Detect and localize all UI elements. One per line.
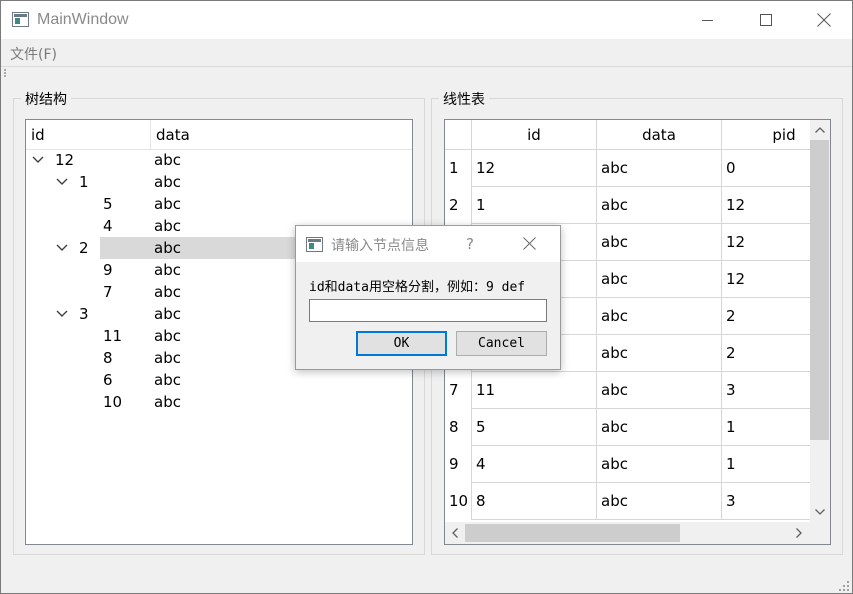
table-cell-data[interactable]: abc: [597, 372, 722, 409]
scroll-up-icon[interactable]: [810, 120, 830, 140]
table-row-header[interactable]: 1: [445, 150, 472, 187]
dialog-close-icon[interactable]: [523, 237, 536, 250]
minimize-button[interactable]: [679, 1, 737, 39]
table-cell-id[interactable]: 11: [472, 372, 597, 409]
cancel-button[interactable]: Cancel: [456, 331, 547, 356]
table-cell-data[interactable]: abc: [597, 298, 722, 335]
table-header-id[interactable]: id: [472, 120, 597, 150]
toolbar-grip-icon[interactable]: [4, 69, 7, 77]
table-cell-data[interactable]: abc: [597, 261, 722, 298]
tree-cell-data: abc: [154, 371, 181, 389]
tree-cell-id: 9: [103, 261, 113, 279]
tree-row[interactable]: 1 abc: [26, 171, 412, 193]
vertical-scroll-thumb[interactable]: [810, 140, 829, 440]
tree-header-data[interactable]: data: [151, 120, 411, 150]
tree-cell-id: 8: [103, 349, 113, 367]
tree-cell-data: abc: [154, 393, 181, 411]
chevron-down-icon[interactable]: [31, 153, 45, 167]
table-row-header[interactable]: 10: [445, 483, 472, 520]
chevron-down-icon[interactable]: [55, 241, 69, 255]
table-header-data[interactable]: data: [597, 120, 722, 150]
menu-file[interactable]: 文件(F): [10, 44, 57, 64]
table-row-header[interactable]: 2: [445, 187, 472, 224]
tree-cell-data: abc: [154, 217, 181, 235]
tree-cell-data: abc: [154, 327, 181, 345]
tree-cell-id: 3: [79, 305, 89, 323]
title-bar: MainWindow: [1, 1, 852, 39]
tree-cell-data: abc: [154, 349, 181, 367]
table-cell-data[interactable]: abc: [597, 150, 722, 187]
tree-header: id data: [26, 120, 412, 150]
table-corner-button[interactable]: [445, 120, 472, 150]
tree-cell-data: abc: [154, 239, 181, 257]
maximize-button[interactable]: [737, 1, 795, 39]
table-cell-data[interactable]: abc: [597, 409, 722, 446]
close-icon: [817, 13, 831, 27]
tree-row[interactable]: 10 abc: [26, 391, 412, 413]
tree-cell-id: 6: [103, 371, 113, 389]
tree-cell-data: abc: [154, 173, 181, 191]
table-cell-id[interactable]: 12: [472, 150, 597, 187]
tree-cell-data: abc: [154, 151, 181, 169]
table-cell-data[interactable]: abc: [597, 483, 722, 520]
dialog-app-icon: [306, 237, 323, 252]
table-horizontal-scrollbar[interactable]: [445, 522, 810, 544]
chevron-down-icon[interactable]: [55, 175, 69, 189]
tree-cell-id: 2: [79, 239, 89, 257]
maximize-icon: [760, 14, 772, 26]
dialog-input-field[interactable]: [309, 299, 547, 322]
scroll-down-icon[interactable]: [810, 502, 830, 522]
table-groupbox-title: 线性表: [439, 89, 489, 109]
ok-button[interactable]: OK: [356, 331, 447, 356]
table-cell-id[interactable]: 8: [472, 483, 597, 520]
table-cell-id[interactable]: 5: [472, 409, 597, 446]
chevron-down-icon[interactable]: [55, 307, 69, 321]
scrollbar-corner: [810, 522, 830, 544]
tree-cell-id: 5: [103, 195, 113, 213]
table-row-header[interactable]: 9: [445, 446, 472, 483]
main-window: MainWindow 文件(F) 树结构 id data 12 abc 1 abc 5 a…: [0, 0, 853, 594]
dialog-title: 请输入节点信息: [331, 238, 429, 254]
tree-cell-data: abc: [154, 305, 181, 323]
dialog-title-bar: 请输入节点信息 ?: [296, 226, 560, 262]
tree-cell-data: abc: [154, 283, 181, 301]
table-vertical-scrollbar[interactable]: [810, 120, 830, 522]
table-cell-data[interactable]: abc: [597, 224, 722, 261]
tree-row[interactable]: 6 abc: [26, 369, 412, 391]
scroll-left-icon[interactable]: [445, 522, 465, 544]
tree-row[interactable]: 12 abc: [26, 149, 412, 171]
horizontal-scroll-thumb[interactable]: [465, 524, 680, 542]
table-cell-id[interactable]: 1: [472, 187, 597, 224]
table-cell-id[interactable]: 4: [472, 446, 597, 483]
tree-row[interactable]: 5 abc: [26, 193, 412, 215]
dialog-help-button[interactable]: ?: [466, 235, 474, 253]
tree-cell-id: 1: [79, 173, 89, 191]
resize-grip-icon[interactable]: [837, 579, 851, 593]
tree-cell-id: 10: [103, 393, 123, 411]
app-icon: [12, 12, 29, 27]
menu-bar: 文件(F): [1, 41, 852, 65]
table-row-header[interactable]: 7: [445, 372, 472, 409]
dialog-prompt-label: id和data用空格分割，例如：9 def: [309, 280, 526, 295]
table-cell-data[interactable]: abc: [597, 335, 722, 372]
tree-cell-id: 12: [55, 151, 75, 169]
tree-header-id[interactable]: id: [26, 120, 151, 150]
scroll-right-icon[interactable]: [789, 522, 809, 544]
tree-cell-id: 11: [103, 327, 123, 345]
tree-cell-data: abc: [154, 261, 181, 279]
tree-cell-id: 7: [103, 283, 113, 301]
tree-cell-data: abc: [154, 195, 181, 213]
input-dialog: 请输入节点信息 ? id和data用空格分割，例如：9 def OK Cance…: [295, 225, 561, 370]
tree-groupbox-title: 树结构: [21, 89, 71, 109]
minimize-icon: [702, 20, 713, 21]
table-cell-data[interactable]: abc: [597, 446, 722, 483]
table-cell-data[interactable]: abc: [597, 187, 722, 224]
tree-cell-id: 4: [103, 217, 113, 235]
window-title: MainWindow: [37, 11, 129, 28]
menu-divider: [1, 66, 852, 67]
close-button[interactable]: [795, 1, 853, 39]
table-row-header[interactable]: 8: [445, 409, 472, 446]
